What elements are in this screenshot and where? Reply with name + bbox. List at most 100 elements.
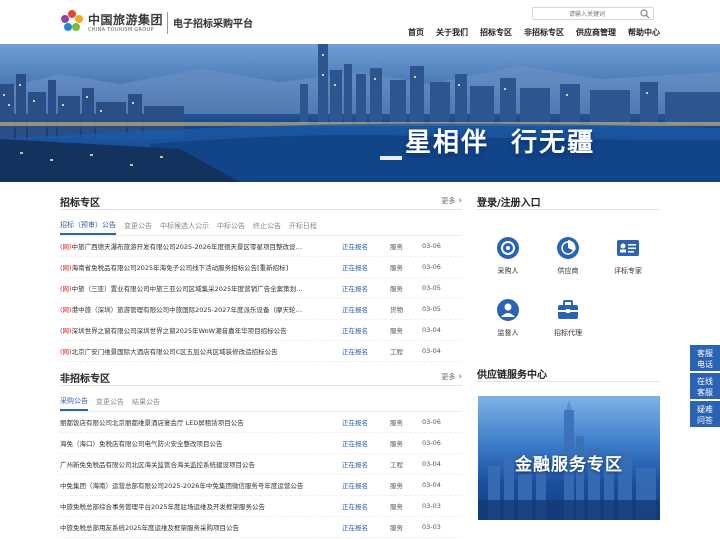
main-nav: 首页 关于我们 招标专区 非招标专区 供应商管理 帮助中心 (408, 27, 660, 38)
hotline-button[interactable]: 客服 电话 (690, 345, 720, 371)
item-title[interactable]: 丽都饭店有限公司北京丽都维景酒店宴会厅 LED屏租赁项目公告 (60, 417, 342, 427)
item-date: 03-03 (422, 523, 441, 531)
item-title[interactable]: (网)海南省免税品有限公司2025年海免子公司线下活动服务招标公告[重新招标] (60, 262, 342, 272)
item-category: 服务 (390, 482, 403, 490)
list-item[interactable]: 中旅免税总部用友系统2025年度运维及框架服务采购项目公告 正在报名 服务 03… (60, 517, 462, 538)
tab-award[interactable]: 中标公告 (217, 218, 245, 234)
target-icon (497, 237, 519, 259)
online-tag: (网) (60, 264, 72, 272)
item-status: 正在报名 (342, 264, 368, 272)
item-category: 货物 (390, 306, 403, 314)
tab-candidate[interactable]: 中标候选人公示 (160, 218, 209, 234)
nav-supplier[interactable]: 供应商管理 (576, 27, 616, 38)
china-tourism-logo[interactable] (60, 9, 84, 33)
portal-label: 招标代理 (554, 329, 582, 337)
tab-change[interactable]: 变更公告 (96, 394, 124, 410)
list-item[interactable]: (网)中旅（三亚）置业有限公司中旅三亚公司区域集采2025年度营销广告全案策划…… (60, 278, 462, 299)
online-service-button[interactable]: 在线 客服 (690, 373, 720, 399)
nav-about[interactable]: 关于我们 (436, 27, 468, 38)
platform-title: 电子招标采购平台 (173, 19, 253, 30)
nav-nonbidding[interactable]: 非招标专区 (524, 27, 564, 38)
online-tag: (网) (60, 306, 72, 314)
faq-button[interactable]: 疑难 问答 (690, 401, 720, 427)
list-item[interactable]: (网)港中旅（深圳）旅游管理有限公司中旅国际2025-2027年度派乐设备（摩天… (60, 299, 462, 320)
tab-schedule[interactable]: 开标日程 (289, 218, 317, 234)
list-item[interactable]: (网)海南省免税品有限公司2025年海免子公司线下活动服务招标公告[重新招标] … (60, 257, 462, 278)
item-category: 工程 (390, 461, 403, 469)
hero-banner[interactable]: 星相伴 行无疆 (0, 44, 720, 182)
item-category: 服务 (390, 419, 403, 427)
nonbidding-tabs: 采购公告 变更公告 结果公告 (60, 392, 462, 412)
portal-expert[interactable]: 评标专家 (608, 236, 648, 276)
list-item[interactable]: 中免集团（海南）运营总部有限公司2025-2026年中免集团微信服务号年度运营公… (60, 475, 462, 496)
nonbidding-more-link[interactable]: 更多 › (441, 372, 462, 382)
finance-banner[interactable]: 金融服务专区 (478, 396, 660, 520)
item-title[interactable]: (网)深圳世界之窗有限公司深圳世界之窗2025年WoW潮音嘉年华项目招标公告 (60, 325, 342, 335)
list-item[interactable]: 丽都饭店有限公司北京丽都维景酒店宴会厅 LED屏租赁项目公告 正在报名 服务 0… (60, 412, 462, 433)
list-item[interactable]: (网)北京广安门维景国际大酒店有限公司C区五层公共区域装修改造招标公告 正在报名… (60, 341, 462, 362)
portal-title: 登录/注册入口 (477, 198, 541, 209)
float-label: 客服 电话 (697, 349, 713, 369)
tab-procurement[interactable]: 采购公告 (60, 393, 88, 411)
item-date: 03-06 (422, 439, 441, 447)
bidding-more-link[interactable]: 更多 › (441, 196, 462, 206)
supply-header: 供应链服务中心 (477, 362, 660, 382)
list-item[interactable]: (网)深圳世界之窗有限公司深圳世界之窗2025年WoW潮音嘉年华项目招标公告 正… (60, 320, 462, 341)
nonbidding-header: 非招标专区 更多 › (60, 366, 462, 386)
portal-label: 监督人 (497, 329, 519, 337)
portal-supervisor[interactable]: 监督人 (488, 298, 528, 338)
tab-change[interactable]: 变更公告 (124, 218, 152, 234)
search-box (532, 7, 654, 20)
item-category: 服务 (390, 285, 403, 293)
brand-divider (167, 12, 168, 34)
item-status: 正在报名 (342, 461, 368, 469)
portal-buyer[interactable]: 采购人 (488, 236, 528, 276)
item-title[interactable]: 中免集团（海南）运营总部有限公司2025-2026年中免集团微信服务号年度运营公… (60, 480, 342, 490)
item-title[interactable]: (网)中旅广西德天瀑布旅游开发有限公司2025-2026年度德天景区零星项目整改… (60, 241, 342, 251)
item-status: 正在报名 (342, 306, 368, 314)
tab-termination[interactable]: 终止公告 (253, 218, 281, 234)
item-date: 03-04 (422, 347, 441, 355)
item-title[interactable]: 广州新免免税品有限公司北区海关监管合海关监控系统建设项目公告 (60, 459, 342, 469)
bidding-tabs: 招标（预审）公告 变更公告 中标候选人公示 中标公告 终止公告 开标日程 (60, 216, 462, 236)
list-item[interactable]: 海免（海口）免税店有限公司电气防火安全整改项目公告 正在报名 服务 03-06 (60, 433, 462, 454)
search-icon[interactable] (640, 9, 650, 19)
list-item[interactable]: 广州新免免税品有限公司北区海关监管合海关监控系统建设项目公告 正在报名 工程 0… (60, 454, 462, 475)
item-title[interactable]: (网)中旅（三亚）置业有限公司中旅三亚公司区域集采2025年度营销广告全案策划… (60, 283, 342, 293)
nonbidding-title: 非招标专区 (60, 374, 110, 385)
portal-header: 登录/注册入口 (477, 190, 660, 210)
portal-agent[interactable]: 招标代理 (548, 298, 588, 338)
item-title[interactable]: 中旅免税总部用友系统2025年度运维及框架服务采购项目公告 (60, 522, 342, 532)
portal-label: 供应商 (557, 267, 579, 275)
portal-supplier[interactable]: 供应商 (548, 236, 588, 276)
item-date: 03-03 (422, 502, 441, 510)
portal-label: 评标专家 (614, 267, 642, 275)
item-status: 正在报名 (342, 503, 368, 511)
bidding-title: 招标专区 (60, 198, 100, 209)
item-title[interactable]: (网)港中旅（深圳）旅游管理有限公司中旅国际2025-2027年度派乐设备（摩天… (60, 304, 342, 314)
tab-result[interactable]: 结果公告 (132, 394, 160, 410)
item-category: 服务 (390, 440, 403, 448)
list-item[interactable]: (网)中旅广西德天瀑布旅游开发有限公司2025-2026年度德天景区零星项目整改… (60, 236, 462, 257)
banner-slogan: 星相伴 行无疆 (405, 128, 596, 158)
item-status: 正在报名 (342, 243, 368, 251)
item-category: 服务 (390, 264, 403, 272)
item-title[interactable]: (网)北京广安门维景国际大酒店有限公司C区五层公共区域装修改造招标公告 (60, 346, 342, 356)
item-date: 03-04 (422, 481, 441, 489)
list-item[interactable]: 中旅免税总部综合事务管理平台2025年度驻场运维及开发框架服务公告 正在报名 服… (60, 496, 462, 517)
item-title-text: 海南省免税品有限公司2025年海免子公司线下活动服务招标公告[重新招标] (71, 264, 289, 272)
item-title-text: 港中旅（深圳）旅游管理有限公司中旅国际2025-2027年度派乐设备（摩天轮… (71, 306, 303, 314)
nav-help[interactable]: 帮助中心 (628, 27, 660, 38)
tab-bid-announcement[interactable]: 招标（预审）公告 (60, 217, 116, 235)
nav-home[interactable]: 首页 (408, 27, 424, 38)
item-category: 服务 (390, 243, 403, 251)
search-input[interactable] (537, 9, 637, 19)
item-category: 工程 (390, 348, 403, 356)
login-portal: 采购人 供应商 评标专家 监督人 招标代理 (477, 210, 660, 360)
item-date: 03-06 (422, 242, 441, 250)
float-label: 在线 客服 (697, 377, 713, 397)
item-title[interactable]: 海免（海口）免税店有限公司电气防火安全整改项目公告 (60, 438, 342, 448)
item-title[interactable]: 中旅免税总部综合事务管理平台2025年度驻场运维及开发框架服务公告 (60, 501, 342, 511)
chevron-right-icon: › (458, 196, 462, 206)
nav-bidding[interactable]: 招标专区 (480, 27, 512, 38)
